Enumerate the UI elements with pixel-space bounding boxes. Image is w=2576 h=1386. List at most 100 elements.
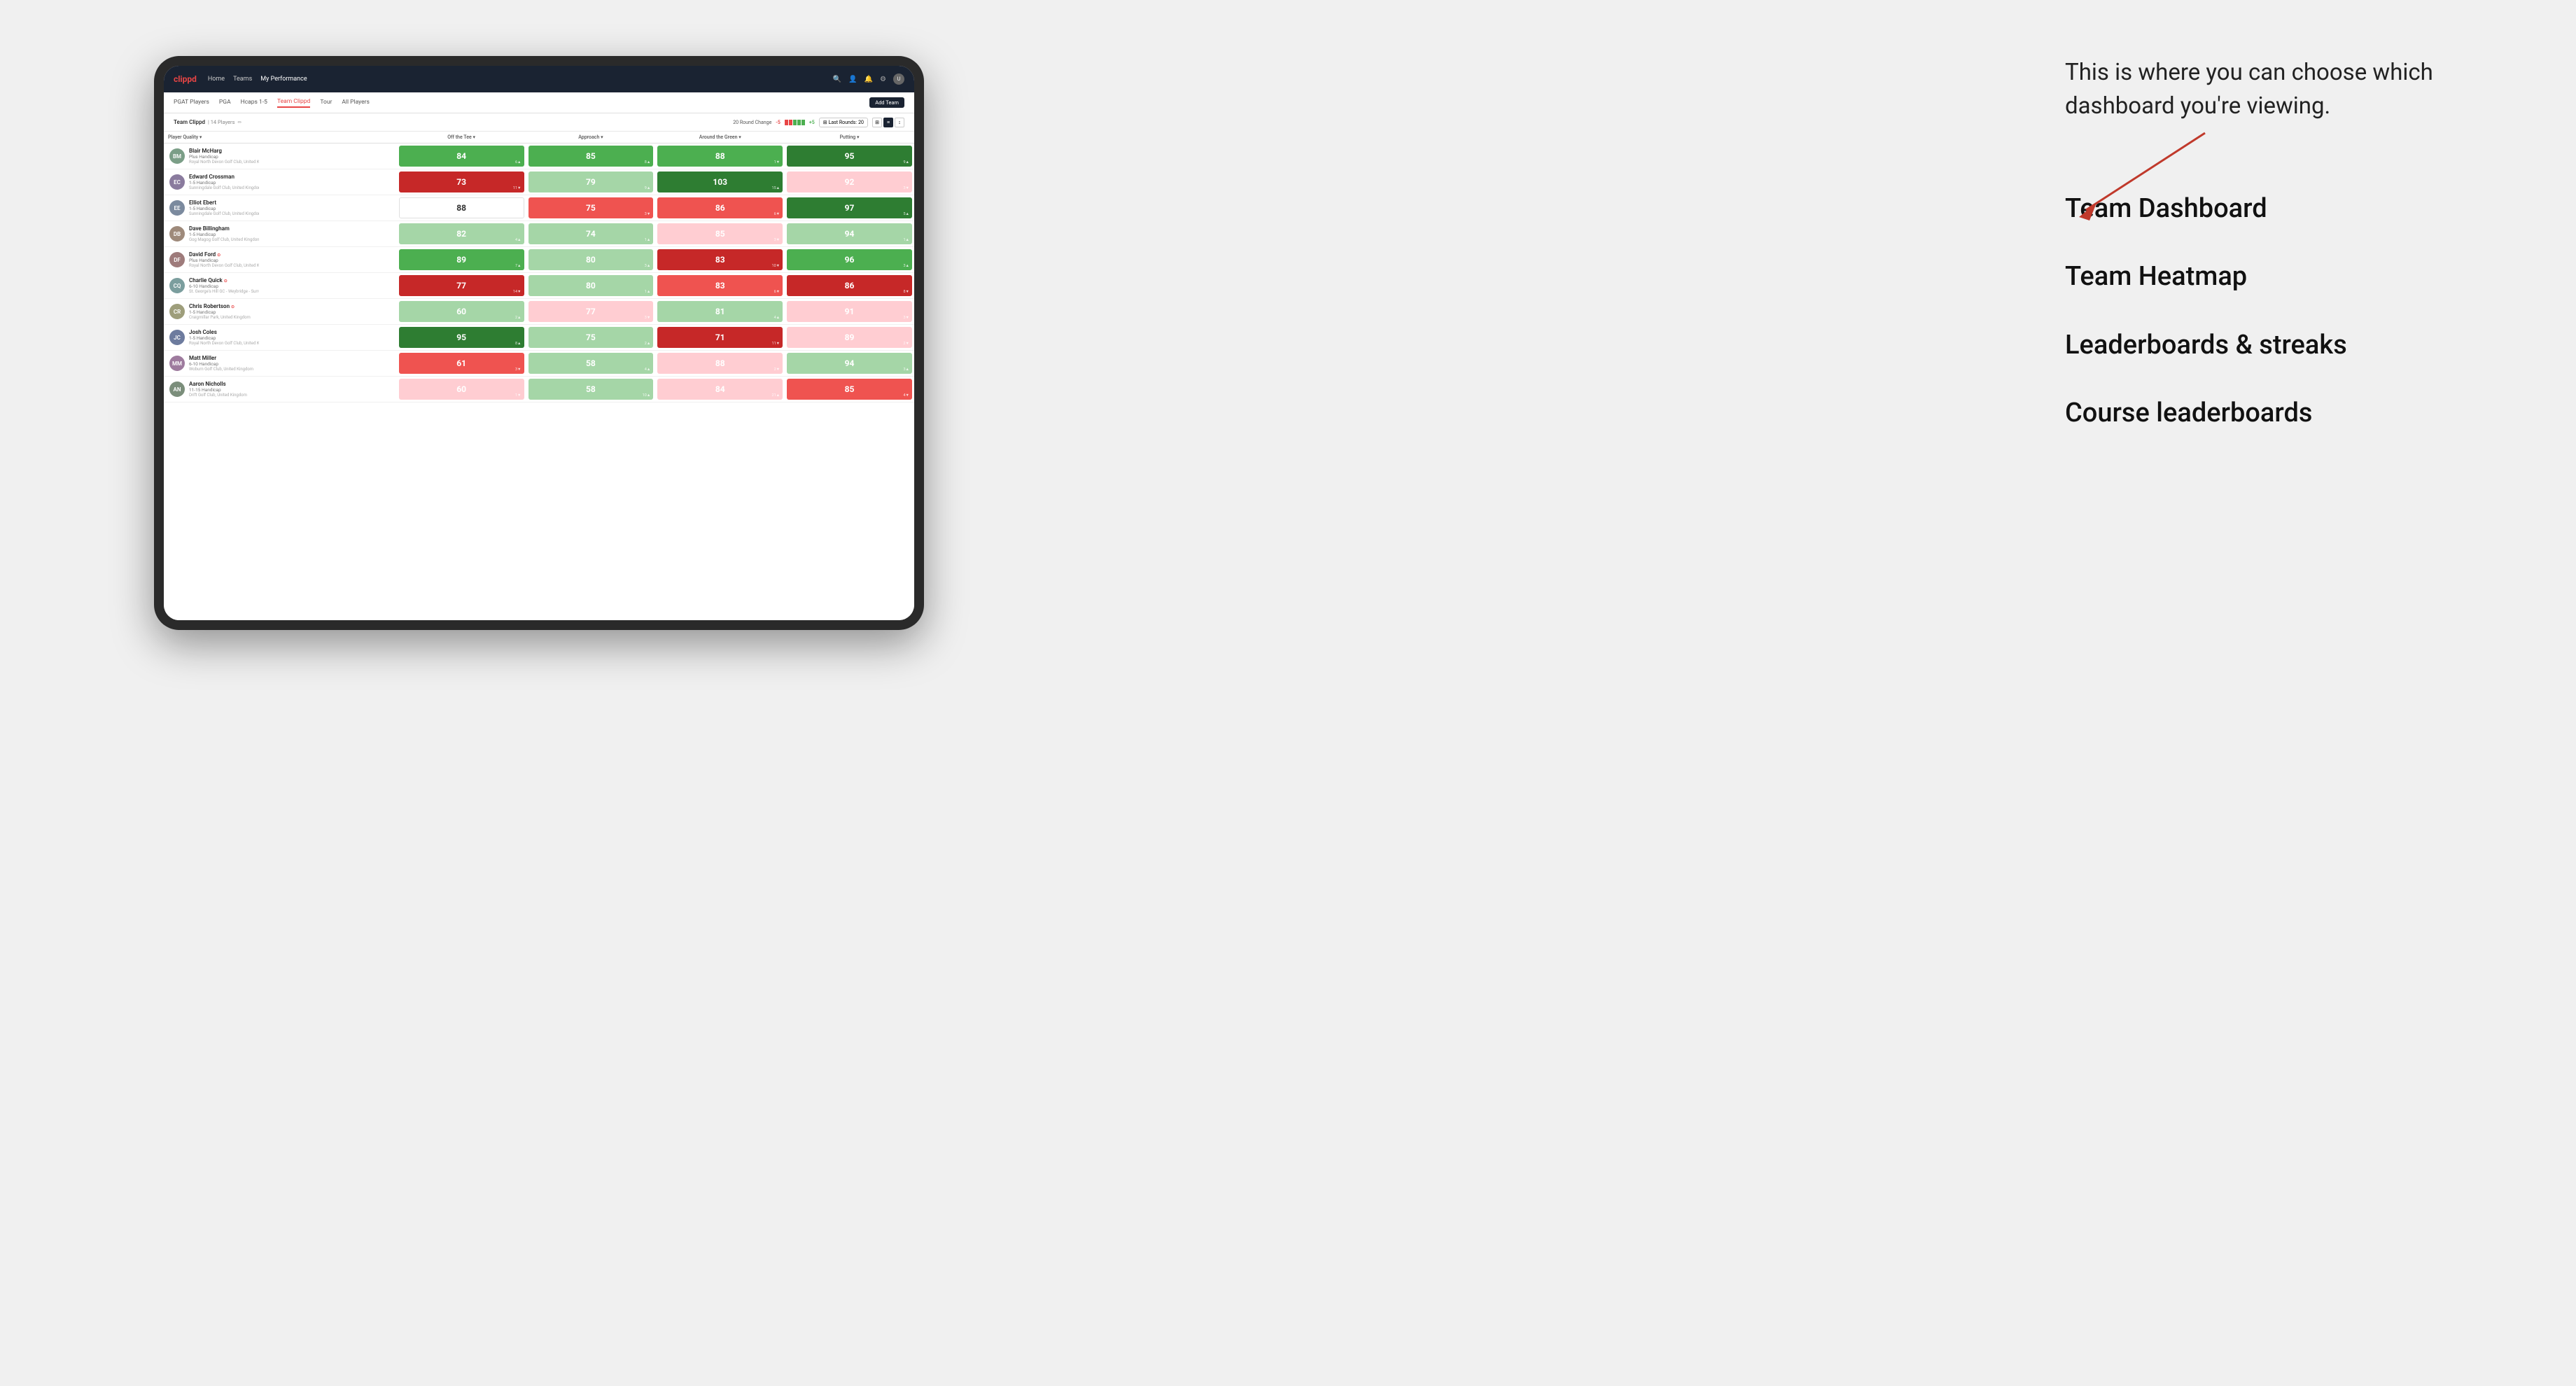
player-avatar[interactable]: MM: [169, 356, 185, 371]
team-count: | 14 Players: [208, 119, 234, 125]
col-player[interactable]: Player Quality ▾: [164, 132, 397, 144]
metric-value: 77: [586, 307, 596, 316]
add-team-button[interactable]: Add Team: [869, 97, 904, 108]
player-name[interactable]: Edward Crossman: [189, 174, 259, 180]
player-avatar[interactable]: CQ: [169, 278, 185, 293]
metric-box: 58 10▲: [528, 379, 654, 400]
edit-icon[interactable]: ✏: [237, 120, 241, 125]
player-info: Dave Billingham 1-5 Handicap Gog Magog G…: [189, 225, 259, 242]
metric-value: 58: [586, 358, 596, 368]
view-icons: ⊞ ≡ ↕: [872, 118, 904, 127]
player-avatar[interactable]: JC: [169, 330, 185, 345]
search-icon[interactable]: 🔍: [833, 76, 841, 83]
metric-box: 97 5▲: [787, 197, 912, 218]
player-avatar[interactable]: AN: [169, 382, 185, 397]
metric-value: 85: [845, 384, 855, 394]
view-grid-button[interactable]: ⊞: [872, 118, 882, 127]
player-avatar[interactable]: BM: [169, 148, 185, 164]
nav-bar: clippd Home Teams My Performance 🔍 👤 🔔 ⚙…: [164, 66, 914, 92]
player-club: Craigmillar Park, United Kingdom: [189, 315, 251, 320]
player-name[interactable]: Charlie Quick ⊙: [189, 277, 259, 284]
metric-change: 3▲: [903, 368, 909, 372]
metric-change: 5▲: [903, 212, 909, 216]
metric-cell-approach: 58 10▲: [526, 377, 656, 402]
player-name[interactable]: David Ford ⊙: [189, 251, 259, 258]
profile-icon[interactable]: 👤: [848, 76, 857, 83]
player-name[interactable]: Chris Robertson ⊙: [189, 303, 251, 309]
metric-box: 75 3▼: [528, 197, 654, 218]
player-handicap: 1-5 Handicap: [189, 180, 259, 186]
tab-pgat[interactable]: PGAT Players: [174, 99, 209, 107]
metric-change: 6▼: [774, 212, 780, 216]
tab-all-players[interactable]: All Players: [342, 99, 370, 107]
metric-box: 85 8▲: [528, 146, 654, 167]
player-name[interactable]: Dave Billingham: [189, 225, 259, 232]
tab-team-clippd[interactable]: Team Clippd: [277, 98, 310, 108]
metric-value: 61: [456, 358, 466, 368]
player-avatar[interactable]: CR: [169, 304, 185, 319]
view-list-button[interactable]: ≡: [883, 118, 893, 127]
metric-value: 75: [586, 332, 596, 342]
player-name[interactable]: Elliot Ebert: [189, 200, 259, 206]
metric-change: 3▼: [903, 186, 909, 190]
player-avatar[interactable]: EC: [169, 174, 185, 190]
player-name[interactable]: Josh Coles: [189, 329, 259, 335]
metric-cell-off_tee: 84 6▲: [397, 144, 526, 169]
metric-value: 84: [456, 151, 466, 161]
tab-tour[interactable]: Tour: [320, 99, 332, 107]
metric-box: 88 2▼: [657, 353, 783, 374]
player-handicap: 1-5 Handicap: [189, 335, 259, 341]
player-name[interactable]: Matt Miller: [189, 355, 253, 361]
table-row: EC Edward Crossman 1-5 Handicap Sunningd…: [164, 169, 914, 195]
tab-hcaps[interactable]: Hcaps 1-5: [241, 99, 267, 107]
metric-box: 84 6▲: [399, 146, 524, 167]
metric-box: 95 9▲: [787, 146, 912, 167]
table-row: CQ Charlie Quick ⊙ 6-10 Handicap St. Geo…: [164, 273, 914, 299]
table-row: JC Josh Coles 1-5 Handicap Royal North D…: [164, 325, 914, 351]
metric-cell-off_tee: 88: [397, 195, 526, 221]
nav-right: 🔍 👤 🔔 ⚙ U: [833, 74, 904, 85]
metric-change: 3▼: [645, 316, 651, 320]
metric-value: 103: [713, 177, 727, 187]
metric-change: 8▼: [903, 290, 909, 294]
metric-value: 89: [456, 255, 466, 265]
player-handicap: Plus Handicap: [189, 154, 259, 160]
team-name: Team Clippd: [174, 119, 205, 125]
view-other-button[interactable]: ↕: [895, 118, 904, 127]
col-putting[interactable]: Putting ▾: [785, 132, 914, 144]
bell-icon[interactable]: 🔔: [864, 76, 873, 83]
metric-cell-off_tee: 61 3▼: [397, 351, 526, 377]
metric-change: 3▲: [903, 264, 909, 268]
metric-value: 89: [845, 332, 855, 342]
nav-link-performance[interactable]: My Performance: [260, 76, 307, 83]
col-off-tee[interactable]: Off the Tee ▾: [397, 132, 526, 144]
table-row: CR Chris Robertson ⊙ 1-5 Handicap Craigm…: [164, 299, 914, 325]
settings-icon[interactable]: ⚙: [880, 76, 886, 83]
metric-value: 81: [715, 307, 725, 316]
player-info: Edward Crossman 1-5 Handicap Sunningdale…: [189, 174, 259, 190]
player-name[interactable]: Aaron Nicholls: [189, 381, 247, 387]
last-rounds-button[interactable]: ⊞ Last Rounds: 20: [819, 118, 868, 127]
metric-value: 58: [586, 384, 596, 394]
metric-cell-around_green: 88 2▼: [655, 351, 785, 377]
player-info: Charlie Quick ⊙ 6-10 Handicap St. George…: [189, 277, 259, 294]
table-row: MM Matt Miller 6-10 Handicap Woburn Golf…: [164, 351, 914, 377]
player-avatar[interactable]: EE: [169, 200, 185, 216]
nav-link-teams[interactable]: Teams: [233, 76, 252, 83]
metric-cell-around_green: 86 6▼: [655, 195, 785, 221]
nav-link-home[interactable]: Home: [208, 76, 225, 83]
col-around-green[interactable]: Around the Green ▾: [655, 132, 785, 144]
tab-pga[interactable]: PGA: [219, 99, 231, 107]
metric-box: 103 15▲: [657, 172, 783, 192]
player-avatar[interactable]: DB: [169, 226, 185, 241]
avatar[interactable]: U: [893, 74, 904, 85]
player-cell: CR Chris Robertson ⊙ 1-5 Handicap Craigm…: [164, 299, 397, 325]
metric-value: 71: [715, 332, 725, 342]
player-name[interactable]: Blair McHarg: [189, 148, 259, 154]
player-club: St. George's Hill GC - Weybridge - Surre…: [189, 289, 259, 294]
metric-change: 6▼: [774, 290, 780, 294]
col-approach[interactable]: Approach ▾: [526, 132, 656, 144]
player-info: Josh Coles 1-5 Handicap Royal North Devo…: [189, 329, 259, 346]
player-avatar[interactable]: DF: [169, 252, 185, 267]
player-club: Gog Magog Golf Club, United Kingdom: [189, 237, 259, 242]
